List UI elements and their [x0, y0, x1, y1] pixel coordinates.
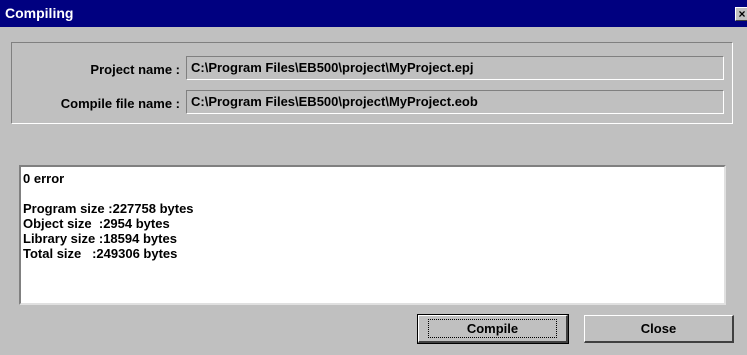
compile-file-name-field[interactable]: C:\Program Files\EB500\project\MyProject…: [186, 90, 724, 114]
compile-file-name-label: Compile file name :: [60, 96, 180, 111]
compile-button-label: Compile: [427, 319, 558, 338]
compile-button[interactable]: Compile: [417, 314, 569, 344]
project-name-label: Project name :: [90, 62, 180, 77]
output-line: 0 error: [23, 171, 65, 186]
window-title: Compiling: [5, 5, 74, 21]
title-bar: Compiling ×: [0, 0, 747, 27]
project-name-field[interactable]: C:\Program Files\EB500\project\MyProject…: [186, 56, 724, 80]
output-line: Library size :18594 bytes: [23, 231, 177, 246]
output-line: Object size :2954 bytes: [23, 216, 170, 231]
output-line: Total size :249306 bytes: [23, 246, 178, 261]
close-button-label: Close: [640, 321, 677, 336]
close-icon[interactable]: ×: [735, 7, 747, 21]
output-line: Program size :227758 bytes: [23, 201, 194, 216]
close-button[interactable]: Close: [584, 315, 734, 343]
compile-output-box[interactable]: 0 error Program size :227758 bytes Objec…: [19, 165, 726, 305]
